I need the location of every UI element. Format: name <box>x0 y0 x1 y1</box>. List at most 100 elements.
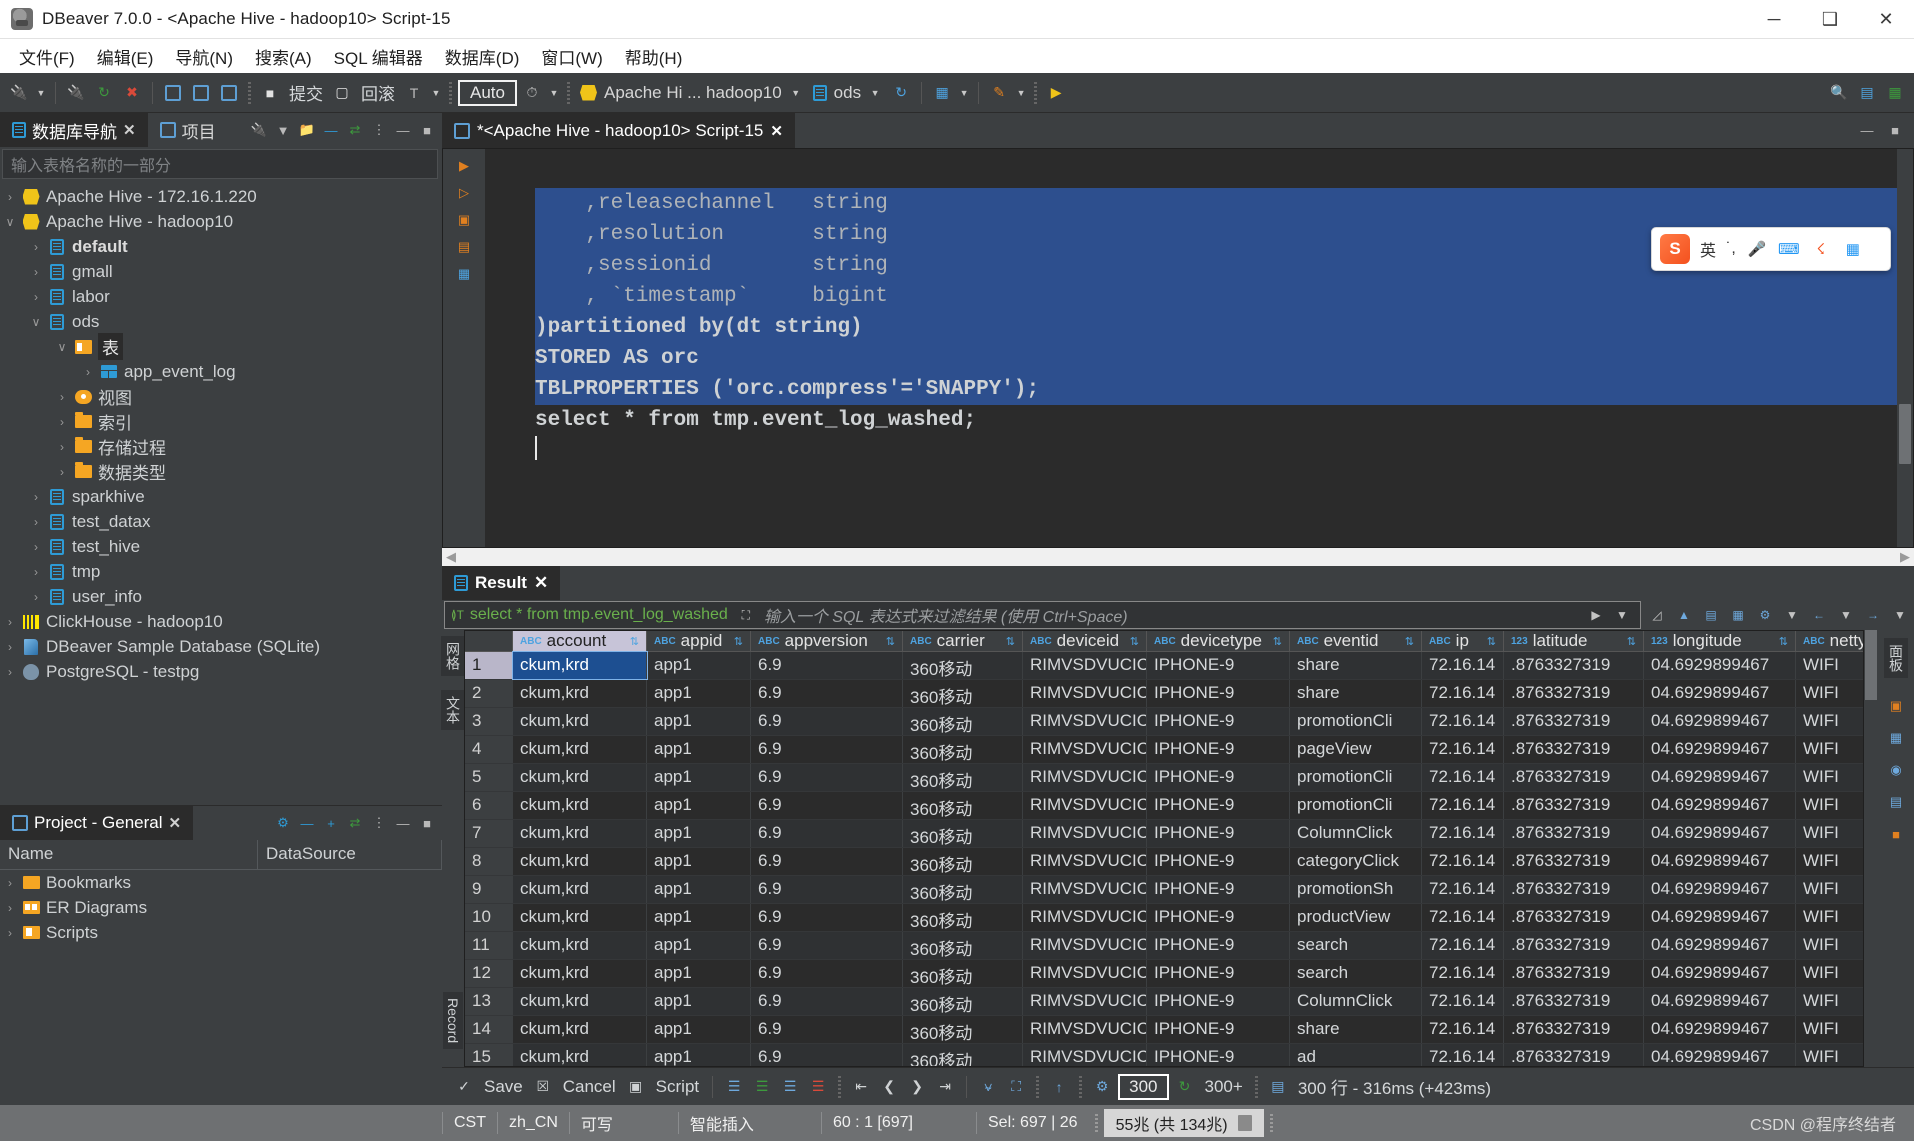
search-icon[interactable]: 🔍 <box>1826 79 1852 107</box>
scrollbar-thumb[interactable] <box>1865 630 1877 700</box>
cell-devicetype[interactable]: IPHONE-9 <box>1147 960 1290 987</box>
metadata-icon[interactable]: ■ <box>1886 824 1906 844</box>
cell-eventid[interactable]: ColumnClick <box>1290 988 1422 1015</box>
table-row[interactable]: 15 ckum,krd app1 6.9 360移动 RIMVSDVUCIC IPHONE-… <box>465 1044 1863 1066</box>
cell-deviceid[interactable]: RIMVSDVUCIC <box>1023 820 1147 847</box>
add-icon[interactable]: + <box>322 814 340 832</box>
cell-carrier[interactable]: 360移动 <box>903 680 1023 707</box>
column-header-eventid[interactable]: ABC eventid ⇅ <box>1290 631 1422 651</box>
column-header-appid[interactable]: ABC appid ⇅ <box>647 631 751 651</box>
tree-node[interactable]: › Apache Hive - 172.16.1.220 <box>0 184 442 209</box>
cell-account[interactable]: ckum,krd <box>513 932 647 959</box>
cell-devicetype[interactable]: IPHONE-9 <box>1147 820 1290 847</box>
table-row[interactable]: 5 ckum,krd app1 6.9 360移动 RIMVSDVUCIC IPHONE-9… <box>465 764 1863 792</box>
memory-indicator[interactable]: 55兆 (共 134兆) <box>1103 1109 1264 1137</box>
cell-ip[interactable]: 72.16.14 <box>1422 652 1504 679</box>
row-number-cell[interactable]: 10 <box>465 904 513 931</box>
open-sql-editor-icon[interactable] <box>160 79 186 107</box>
maximize-panel-icon[interactable]: ■ <box>1886 122 1904 140</box>
tree-node[interactable]: › labor <box>0 284 442 309</box>
cell-ip[interactable]: 72.16.14 <box>1422 988 1504 1015</box>
link-editor-icon[interactable]: ⇄ <box>346 121 364 139</box>
expand-arrow-icon[interactable]: › <box>26 590 46 604</box>
cancel-icon[interactable]: ☒ <box>531 1075 555 1099</box>
cell-appversion[interactable]: 6.9 <box>751 988 903 1015</box>
expand-arrow-icon[interactable]: › <box>26 565 46 579</box>
cell-appversion[interactable]: 6.9 <box>751 736 903 763</box>
cell-appid[interactable]: app1 <box>647 680 751 707</box>
table-row[interactable]: 4 ckum,krd app1 6.9 360移动 RIMVSDVUCIC IPHONE-9… <box>465 736 1863 764</box>
tree-node-sqlite[interactable]: › DBeaver Sample Database (SQLite) <box>0 634 442 659</box>
last-row-icon[interactable]: ⇥ <box>933 1075 957 1099</box>
table-row[interactable]: 11 ckum,krd app1 6.9 360移动 RIMVSDVUCIC IPHONE-… <box>465 932 1863 960</box>
save-icon[interactable]: ✓ <box>452 1075 476 1099</box>
cell-appid[interactable]: app1 <box>647 848 751 875</box>
column-header-longitude[interactable]: 123 longitude ⇅ <box>1644 631 1796 651</box>
cell-carrier[interactable]: 360移动 <box>903 736 1023 763</box>
cell-appversion[interactable]: 6.9 <box>751 932 903 959</box>
cell-appid[interactable]: app1 <box>647 764 751 791</box>
cell-eventid[interactable]: ColumnClick <box>1290 820 1422 847</box>
cell-deviceid[interactable]: RIMVSDVUCIC <box>1023 932 1147 959</box>
sort-icon[interactable]: ⇅ <box>1779 635 1788 648</box>
cell-ip[interactable]: 72.16.14 <box>1422 820 1504 847</box>
cell-deviceid[interactable]: RIMVSDVUCIC <box>1023 708 1147 735</box>
cell-longitude[interactable]: 04.6929899467 <box>1644 820 1796 847</box>
cell-account[interactable]: ckum,krd <box>512 651 648 680</box>
grid-vertical-scrollbar[interactable] <box>1864 630 1878 1067</box>
maximize-button[interactable]: ❑ <box>1802 0 1858 39</box>
script-button[interactable]: Script <box>652 1077 703 1097</box>
keyboard-icon[interactable]: ⌨ <box>1778 238 1800 260</box>
cell-appid[interactable]: app1 <box>647 652 751 679</box>
expand-arrow-icon[interactable]: › <box>52 440 72 454</box>
sort-icon[interactable]: ⇅ <box>1273 635 1282 648</box>
cell-longitude[interactable]: 04.6929899467 <box>1644 680 1796 707</box>
expand-arrow-icon[interactable]: › <box>0 926 20 940</box>
cell-latitude[interactable]: .8763327319 <box>1504 792 1644 819</box>
collapse-arrow-icon[interactable]: ∨ <box>26 315 46 329</box>
cell-deviceid[interactable]: RIMVSDVUCIC <box>1023 680 1147 707</box>
tree-node[interactable]: › sparkhive <box>0 484 442 509</box>
close-icon[interactable]: ✕ <box>534 573 548 593</box>
cell-appversion[interactable]: 6.9 <box>751 904 903 931</box>
edit-dropdown-icon[interactable]: ▼ <box>1014 88 1028 98</box>
tree-node[interactable]: › 存储过程 <box>0 434 442 459</box>
cell-account[interactable]: ckum,krd <box>513 708 647 735</box>
sort-icon[interactable]: ⇅ <box>1405 635 1414 648</box>
expand-arrow-icon[interactable]: › <box>0 640 20 654</box>
cell-latitude[interactable]: .8763327319 <box>1504 1044 1644 1066</box>
cell-account[interactable]: ckum,krd <box>513 960 647 987</box>
delete-row-icon[interactable]: ☰ <box>806 1075 830 1099</box>
tab-project[interactable]: 项目 <box>148 113 228 147</box>
column-header-latitude[interactable]: 123 latitude ⇅ <box>1504 631 1644 651</box>
cell-latitude[interactable]: .8763327319 <box>1504 848 1644 875</box>
tree-node-postgres[interactable]: › PostgreSQL - testpg <box>0 659 442 684</box>
cell-account[interactable]: ckum,krd <box>513 1044 647 1066</box>
active-schema-selector[interactable]: ods ▼ <box>809 83 886 103</box>
forward-icon[interactable]: → <box>1861 602 1885 628</box>
presentation-tab-text[interactable]: 文本 <box>441 690 465 730</box>
cell-eventid[interactable]: share <box>1290 652 1422 679</box>
rollback-button[interactable]: 回滚 <box>357 80 399 105</box>
list-item[interactable]: › ER Diagrams <box>0 895 442 920</box>
table-row[interactable]: 9 ckum,krd app1 6.9 360移动 RIMVSDVUCIC IPHONE-9… <box>465 876 1863 904</box>
row-number-cell[interactable]: 11 <box>465 932 513 959</box>
cell-deviceid[interactable]: RIMVSDVUCIC <box>1023 1044 1147 1066</box>
chevron-down-icon[interactable]: ▼ <box>274 121 292 139</box>
tree-node-app-event-log[interactable]: › app_event_log <box>0 359 442 384</box>
presentation-tab-grid[interactable]: 网格 <box>441 636 465 676</box>
mic-icon[interactable]: 🎤 <box>1746 238 1768 260</box>
cell-devicetype[interactable]: IPHONE-9 <box>1147 736 1290 763</box>
cell-nettyp[interactable]: WIFI <box>1796 792 1863 819</box>
grid-icon[interactable]: ▦ <box>1886 728 1906 748</box>
column-header-account[interactable]: ABC account ⇅ <box>513 631 647 651</box>
cell-devicetype[interactable]: IPHONE-9 <box>1147 708 1290 735</box>
explain-plan-icon[interactable]: ▦ <box>455 265 473 283</box>
expand-arrow-icon[interactable]: › <box>52 390 72 404</box>
cell-latitude[interactable]: .8763327319 <box>1504 932 1644 959</box>
view-menu-icon[interactable]: ⋮ <box>370 121 388 139</box>
cell-latitude[interactable]: .8763327319 <box>1504 876 1644 903</box>
trash-icon[interactable] <box>1237 1115 1252 1131</box>
active-connection-selector[interactable]: Apache Hi ... hadoop10 ▼ <box>576 83 807 103</box>
presentation-tab-record[interactable]: Record <box>443 991 463 1049</box>
